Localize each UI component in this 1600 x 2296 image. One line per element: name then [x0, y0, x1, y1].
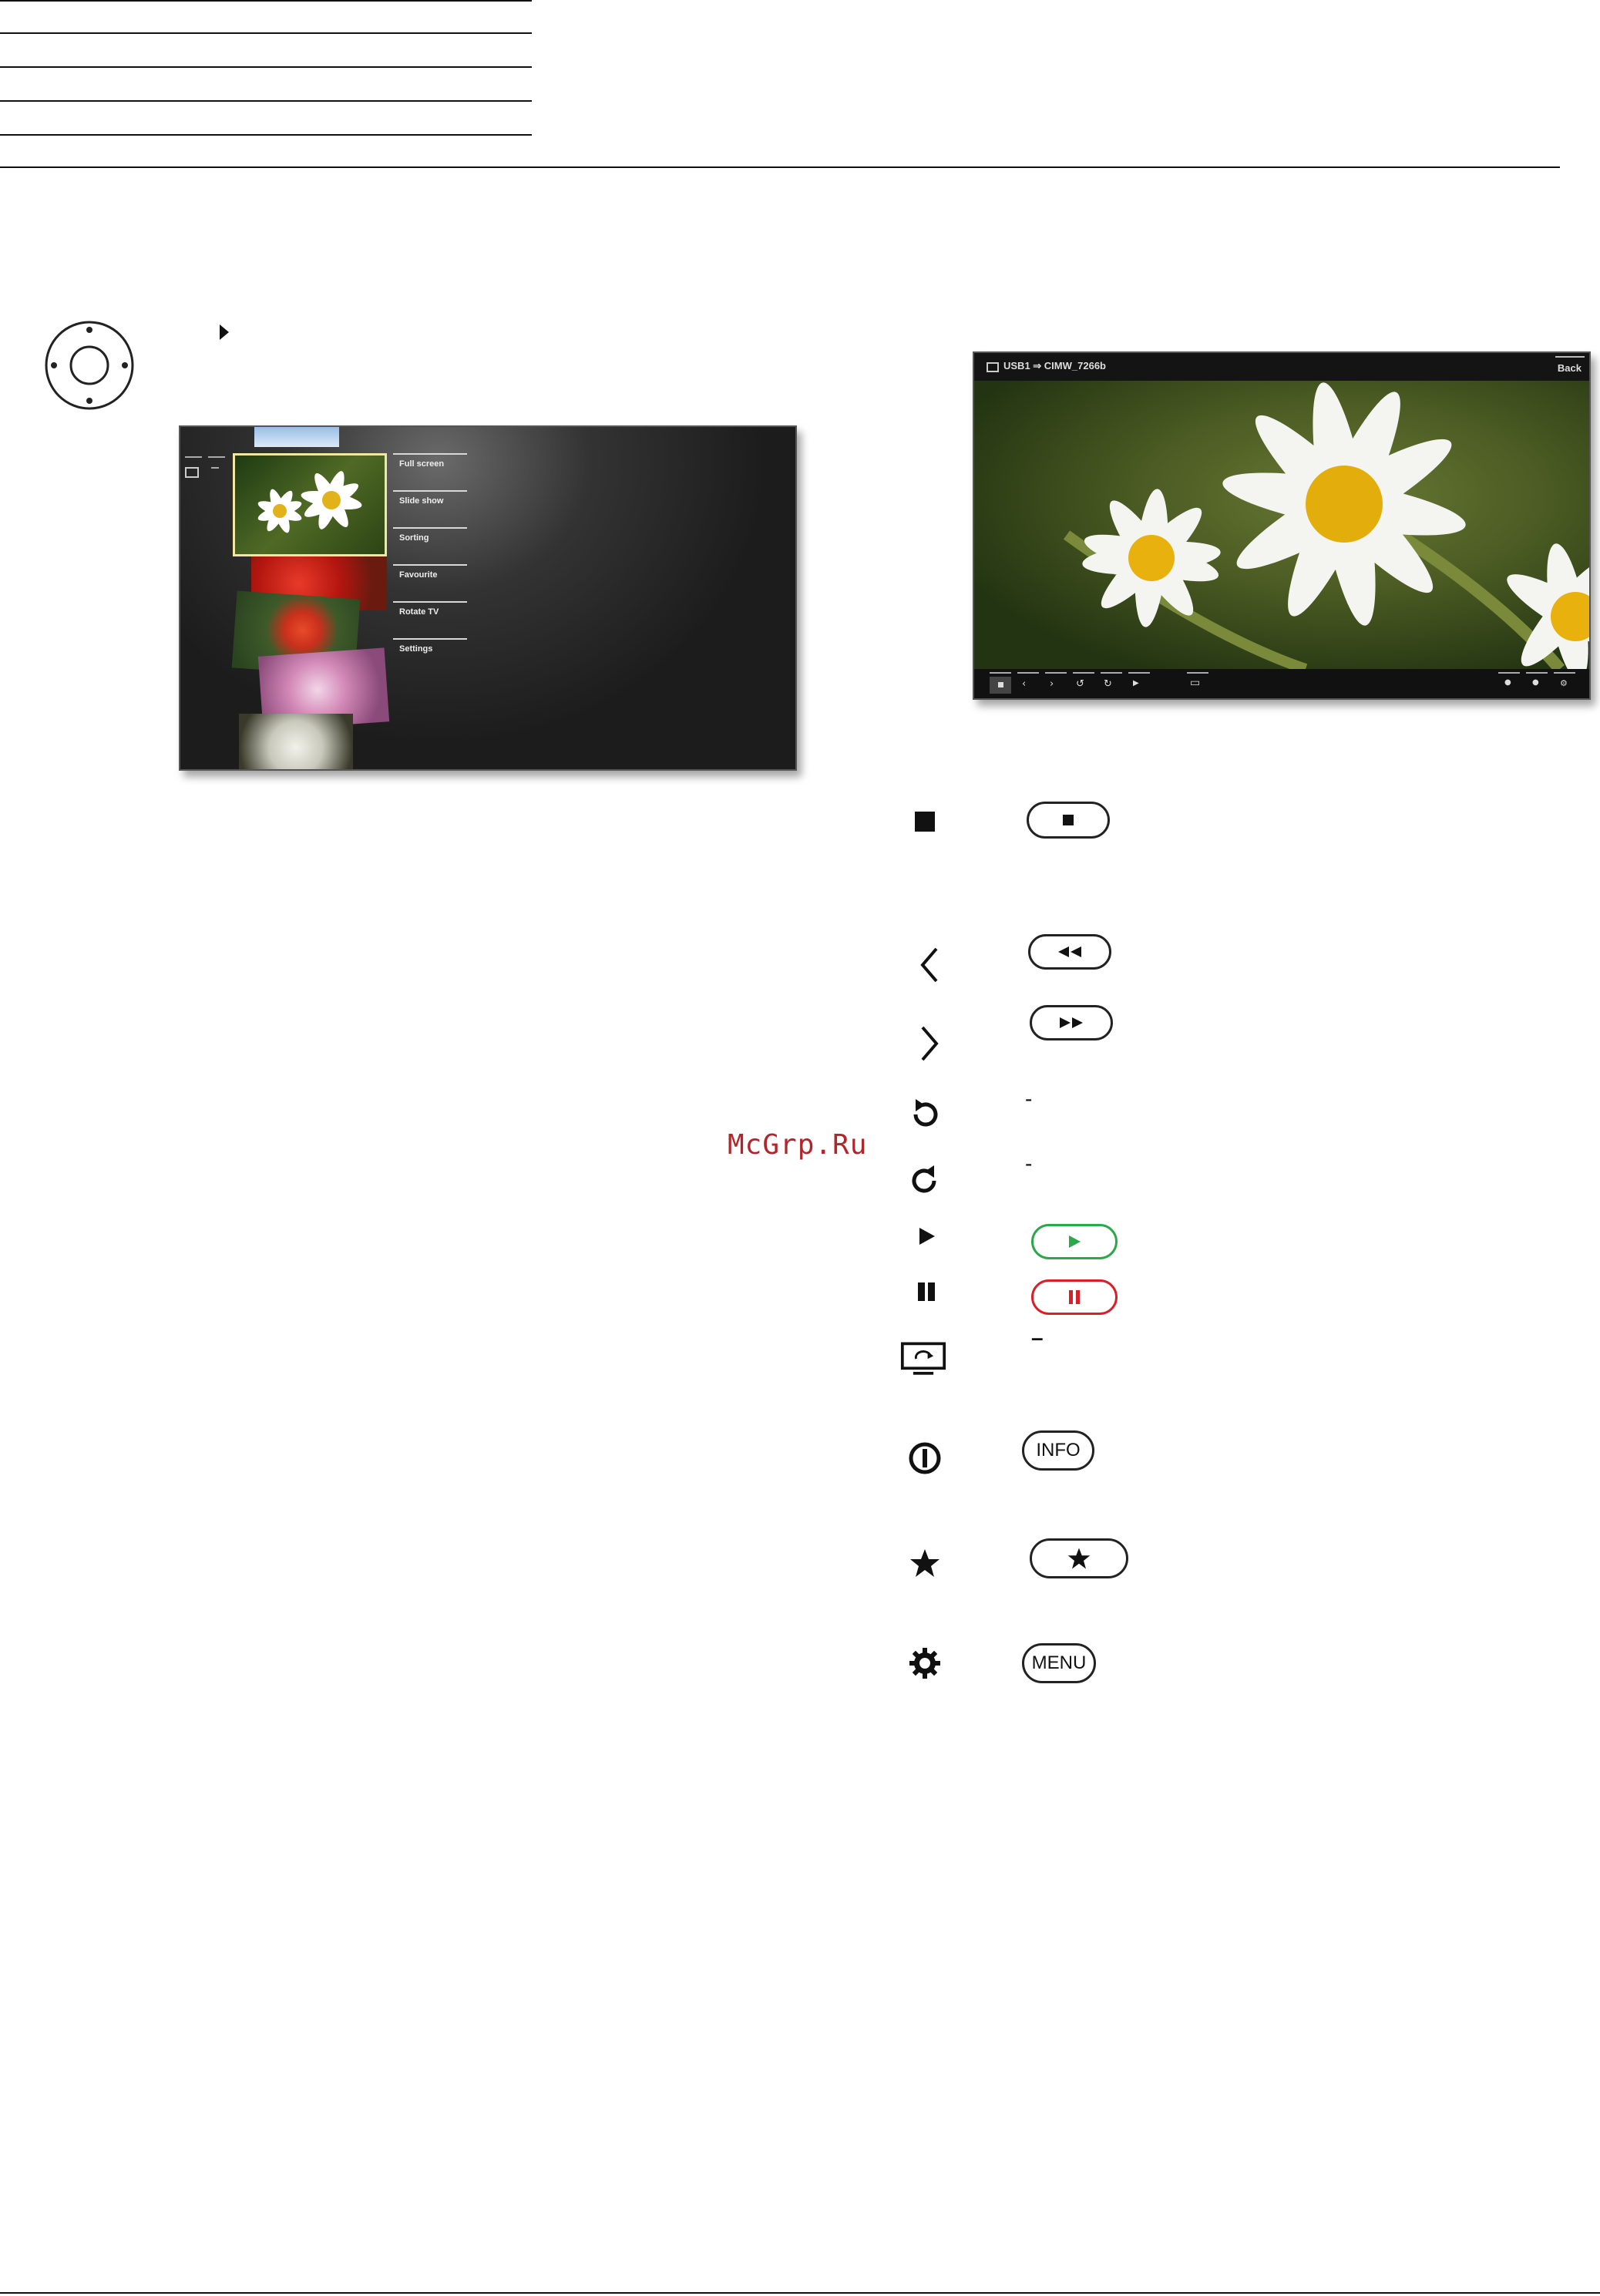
menu-item-slide-show[interactable]: Slide show: [393, 490, 467, 526]
navigation-pad-icon: [43, 319, 136, 412]
rotate-right-icon: [902, 1158, 948, 1204]
rotate-left-control-icon[interactable]: ↺: [1076, 678, 1084, 690]
favourite-control-icon[interactable]: ●: [1532, 678, 1539, 687]
info-icon: [902, 1435, 948, 1481]
indicator-line: [185, 456, 202, 458]
star-button: [1030, 1538, 1128, 1578]
stop-button: [1027, 802, 1110, 839]
info-button: INFO: [1022, 1430, 1094, 1471]
previous-control-icon[interactable]: ‹: [1022, 678, 1026, 690]
thumbnail-dandelion[interactable]: [239, 714, 353, 769]
arrow-right-icon: [218, 324, 230, 344]
stop-icon: [902, 798, 948, 845]
thumbnail-sky[interactable]: [254, 427, 339, 447]
rotate-tv-icon: [900, 1336, 946, 1383]
header-rule-4: [0, 100, 532, 102]
rotate-right-control-icon[interactable]: ↻: [1104, 678, 1112, 690]
next-icon: [906, 1020, 953, 1067]
previous-icon: [906, 942, 953, 988]
header-rule-2: [0, 32, 532, 34]
stop-control-icon[interactable]: [990, 677, 1011, 694]
rotate-left-icon: [902, 1091, 948, 1138]
info-control-icon[interactable]: ●: [1504, 678, 1511, 687]
camera-icon: [987, 362, 999, 372]
header-rule-1: [0, 0, 532, 2]
rotate-tv-dash: –: [1031, 1326, 1044, 1350]
footer-rule: [0, 2292, 1600, 2294]
next-control-icon[interactable]: ›: [1050, 678, 1054, 690]
header-divider: [0, 166, 1560, 168]
source-path: USB1 ⇒ CIMW_7266b: [1003, 360, 1106, 371]
header-rule-3: [0, 66, 532, 68]
play-control-icon[interactable]: ▶: [1133, 679, 1139, 687]
header-rule-5: [0, 134, 532, 136]
pause-button: [1031, 1279, 1118, 1315]
image-viewer-screenshot: USB1 ⇒ CIMW_7266b Back ‹ › ↺ ↻ ▶ ▭ ● ● ⚙: [973, 351, 1591, 700]
menu-item-rotate-tv[interactable]: Rotate TV: [393, 601, 467, 637]
viewer-control-bar: ‹ › ↺ ↻ ▶ ▭ ● ● ⚙: [974, 669, 1589, 698]
daisy-photo: [974, 381, 1589, 681]
rotate-tv-control-icon[interactable]: ▭: [1190, 677, 1200, 689]
settings-control-icon[interactable]: ⚙: [1560, 678, 1568, 688]
rotate-left-dash: -: [1025, 1087, 1033, 1111]
watermark: McGrp.Ru: [728, 1129, 868, 1161]
pause-icon: [903, 1269, 950, 1315]
camera-icon: [185, 467, 199, 478]
settings-gear-icon: [902, 1640, 948, 1686]
menu-item-settings[interactable]: Settings: [393, 638, 467, 674]
favourite-star-icon: [902, 1540, 948, 1586]
play-button: [1031, 1224, 1118, 1259]
indicator-line: [211, 467, 219, 469]
thumbnail-daisies-selected[interactable]: [233, 453, 387, 556]
menu-item-full-screen[interactable]: Full screen: [393, 453, 467, 489]
play-icon: [903, 1213, 950, 1259]
back-label[interactable]: Back: [1558, 362, 1582, 374]
viewer-top-bar: USB1 ⇒ CIMW_7266b Back: [974, 353, 1589, 381]
menu-item-sorting[interactable]: Sorting: [393, 527, 467, 563]
fast-forward-button: [1030, 1005, 1113, 1040]
media-browser-screenshot: Full screen Slide show Sorting Favourite…: [179, 425, 797, 771]
rewind-button: [1028, 934, 1111, 970]
menu-item-favourite[interactable]: Favourite: [393, 564, 467, 600]
rotate-right-dash: -: [1025, 1151, 1033, 1175]
indicator-line: [208, 456, 225, 458]
menu-button: MENU: [1022, 1643, 1096, 1683]
